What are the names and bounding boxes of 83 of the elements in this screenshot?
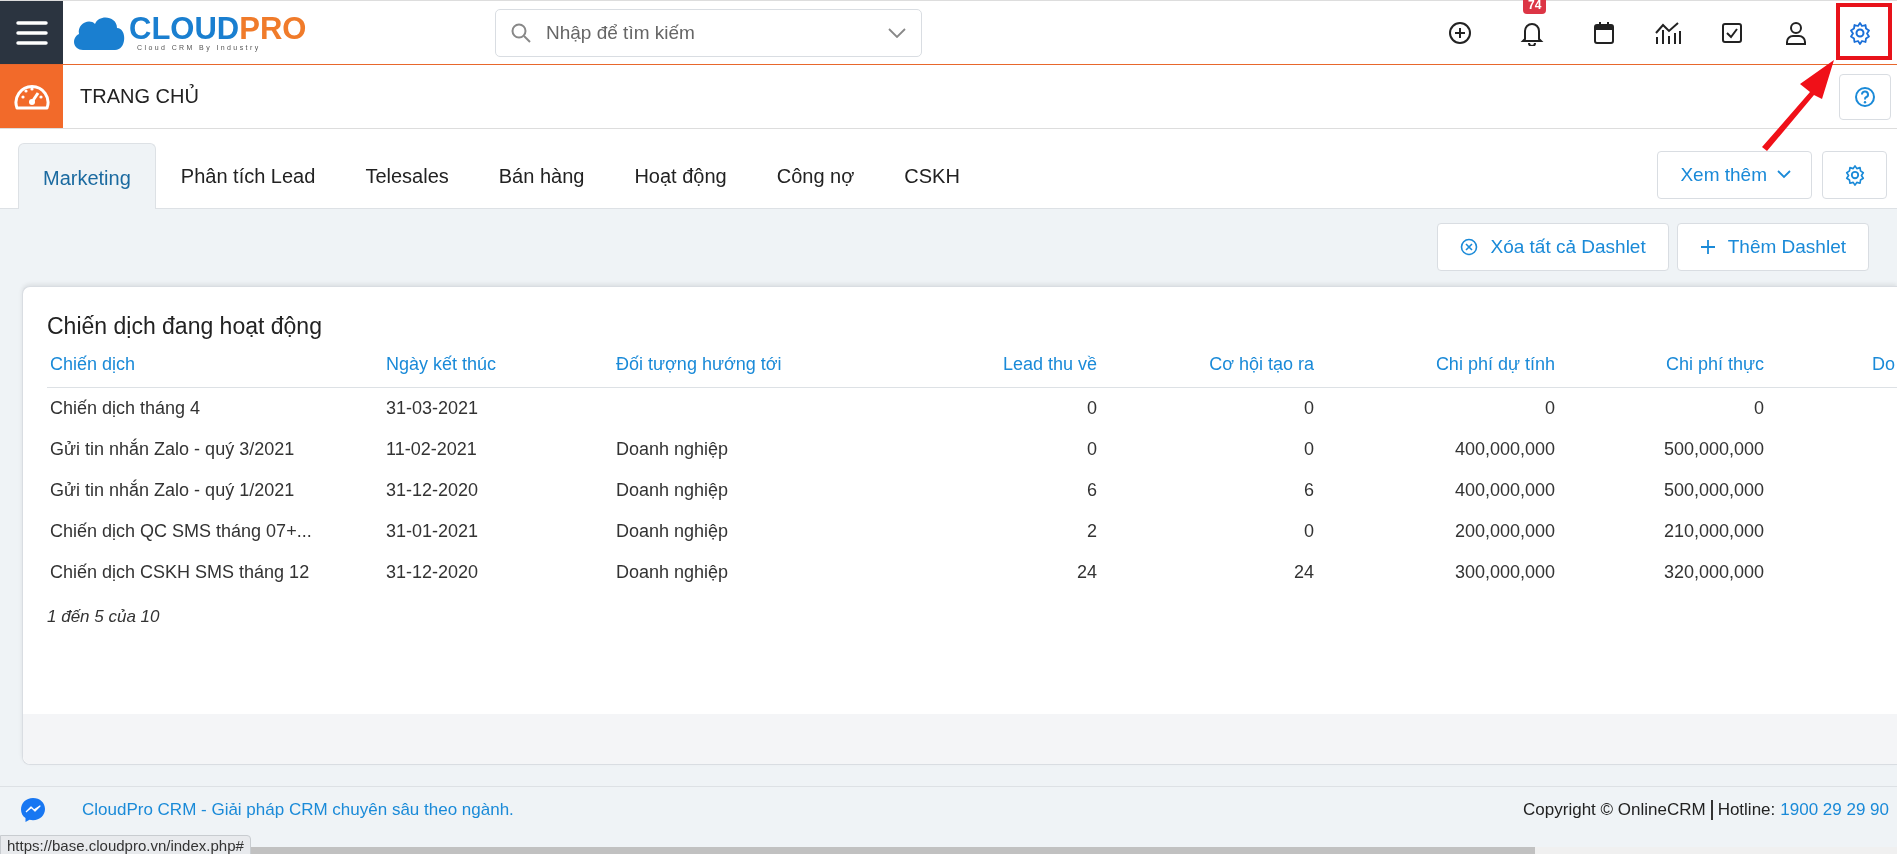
table-cell-text: 0 [1544,398,1555,419]
help-button[interactable] [1839,73,1891,120]
table-cell-text: 320,000,000 [1662,562,1764,583]
campaign-link[interactable]: Gửi tin nhắn Zalo - quý 1/2021 [47,480,383,501]
tab[interactable]: Công nợ [751,143,880,209]
plus-icon [1699,239,1716,255]
tab[interactable]: Bán hàng [473,143,610,209]
notification-count: 74 [1523,0,1547,14]
table-cell-text: 31-03-2021 [385,398,480,419]
settings-icon [1843,163,1866,186]
table-cell-text: Doanh nghiệp [615,439,730,460]
column-header[interactable]: Ngày kết thúc [383,353,613,375]
tab-settings-button[interactable] [1822,150,1887,199]
table-cell-text: 11-02-2021 [385,439,478,460]
column-header[interactable]: Do [1764,353,1897,375]
table-cell-text: 0 [1303,439,1314,460]
chart-icon [1654,20,1682,45]
menu-button[interactable] [0,1,63,64]
help-icon [1854,85,1876,108]
table-cell-text: 31-12-2020 [385,480,480,501]
table-cell-text: 400,000,000 [1453,439,1555,460]
table-cell-text: 210,000,000 [1662,521,1764,542]
table-cell-text: 0 [1753,398,1764,419]
tab[interactable]: CSKH [879,143,985,209]
user-icon [1784,20,1808,45]
logo-wordmark: CLOUDPRO [129,14,307,44]
plus-circle-icon [1448,20,1472,45]
caret-icon [1777,170,1791,179]
horizontal-scrollbar[interactable] [250,847,1897,854]
column-header[interactable]: Đối tượng hướng tới [613,353,901,375]
tab[interactable]: Marketing [18,143,156,209]
highlight-frame [1836,3,1892,60]
chevron-down-icon[interactable] [888,27,906,38]
clear-dashlets-button[interactable]: Xóa tất cả Dashlet [1437,223,1669,271]
tab[interactable]: Hoạt động [609,143,752,209]
search-field[interactable]: Nhập để tìm kiếm [495,8,922,57]
menu-icon [14,18,49,47]
calendar-icon [1592,20,1616,45]
chat-icon[interactable] [20,797,46,823]
column-header[interactable]: Chiến dịch [47,353,383,375]
table-cell-text: 2 [1086,521,1097,542]
dashlet-title: Chiến dịch đang hoạt động [46,312,323,341]
table-cell-text: 24 [1292,562,1314,583]
table-cell-text: 0 [1303,398,1314,419]
table-cell-text: 400,000,000 [1453,480,1555,501]
table-cell-text: 500,000,000 [1662,439,1764,460]
table-cell-text: 500,000,000 [1662,480,1764,501]
table-cell-text: 0 [1303,521,1314,542]
search-icon [511,22,531,43]
table-cell-text: 0 [1086,398,1097,419]
copyright-text: Copyright © OnlineCRM [1523,800,1706,820]
table-cell-text: Doanh nghiệp [615,521,730,542]
column-header[interactable]: Cơ hội tạo ra [1097,353,1314,375]
table-cell-text: Doanh nghiệp [615,562,730,583]
tab[interactable]: Phân tích Lead [155,143,341,209]
campaign-link[interactable]: Chiến dịch tháng 4 [47,398,383,419]
more-button[interactable]: Xem thêm [1657,150,1812,199]
column-header[interactable]: Lead thu về [901,353,1097,375]
column-header[interactable]: Chi phí thực [1555,353,1764,375]
table-cell-text: Doanh nghiệp [615,480,730,501]
tab[interactable]: Telesales [340,143,474,209]
page-title: TRANG CHỦ [80,85,199,108]
table-cell-text: 31-12-2020 [385,562,480,583]
table-cell-text: 24 [1075,562,1097,583]
campaign-link[interactable]: Gửi tin nhắn Zalo - quý 3/2021 [47,439,383,460]
status-url: https://base.cloudpro.vn/index.php# [0,835,251,854]
checkbox-icon [1720,20,1744,45]
add-dashlet-button[interactable]: Thêm Dashlet [1676,223,1869,271]
table-cell-text: 200,000,000 [1453,521,1555,542]
hotline-label: Hotline: [1717,800,1776,820]
table-cell-text: 6 [1086,480,1097,501]
table-cell-text: 6 [1303,480,1314,501]
close-circle-icon [1460,238,1479,256]
footer-slogan: CloudPro CRM - Giải pháp CRM chuyên sâu theo ngành. [82,800,514,820]
settings-icon [1848,20,1872,45]
table-cell-text: 0 [1086,439,1097,460]
campaign-link[interactable]: Chiến dịch CSKH SMS tháng 12 [47,562,383,583]
hotline-link[interactable]: 1900 29 29 90 [1780,800,1889,820]
campaign-link[interactable]: Chiến dịch QC SMS tháng 07+... [47,521,383,542]
pagination-info: 1 đến 5 của 10 [47,607,161,627]
table-cell-text: 300,000,000 [1453,562,1555,583]
table-cell-text: 31-01-2021 [385,521,480,542]
column-header[interactable]: Chi phí dự tính [1314,353,1555,375]
